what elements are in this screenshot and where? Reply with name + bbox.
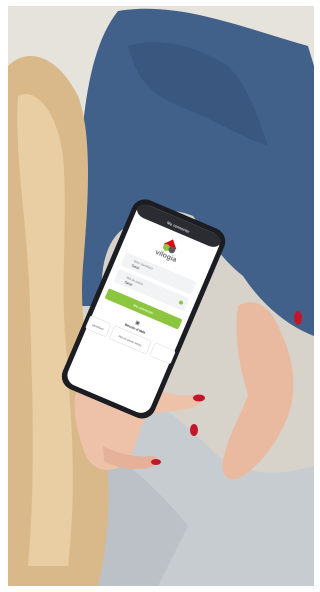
nail-thumb (151, 459, 161, 465)
nail-right-1 (294, 311, 302, 325)
photo-scene: Me connecter vilogia Votre identifiant S… (8, 6, 314, 586)
photo-frame: Me connecter vilogia Votre identifiant S… (8, 6, 314, 586)
nail-right-3 (190, 424, 198, 436)
nail-index (193, 394, 205, 402)
